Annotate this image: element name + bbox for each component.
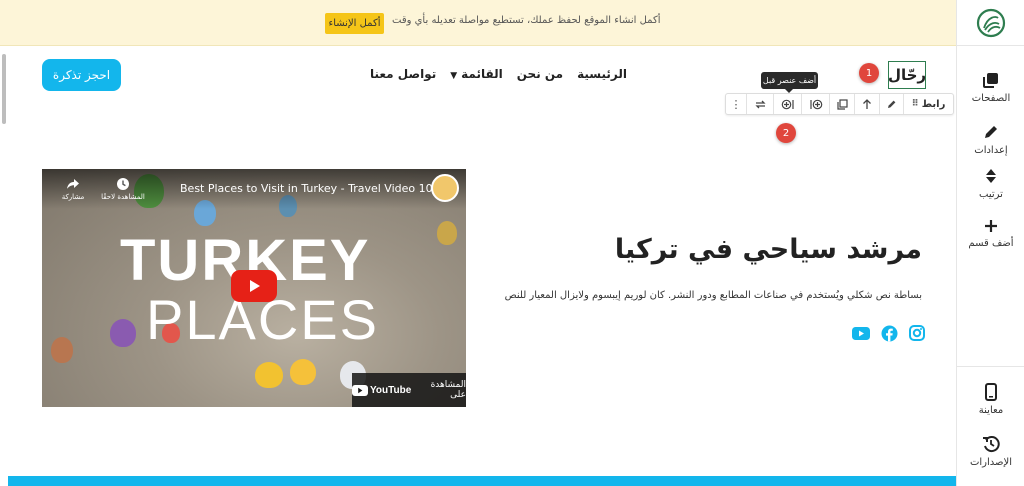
nav-item-label: القائمة <box>461 67 503 81</box>
complete-setup-button[interactable]: أكمل الإنشاء <box>325 13 384 34</box>
add-before-tooltip: أضف عنصر قبل <box>761 72 818 93</box>
share-label: مشاركة <box>61 193 85 201</box>
play-button[interactable] <box>231 270 277 302</box>
facebook-icon <box>881 325 897 341</box>
sidebar-item-pages[interactable]: الصفحات <box>957 60 1024 114</box>
plus-icon <box>985 219 997 232</box>
site-brand-logo[interactable]: رحّال <box>888 61 926 89</box>
video-title[interactable]: Best Places to Visit in Turkey - Travel … <box>180 182 433 195</box>
facebook-link[interactable] <box>880 324 898 342</box>
step-badge-1: 1 <box>859 63 879 83</box>
nav-item-about[interactable]: من نحن <box>517 67 563 81</box>
more-icon: ⋮ <box>730 97 742 111</box>
channel-avatar[interactable] <box>431 174 459 202</box>
hero-title[interactable]: مرشد سياحي في تركيا <box>615 234 922 265</box>
add-after-icon <box>809 99 822 109</box>
balloon-image <box>255 362 283 388</box>
scrollbar-thumb[interactable] <box>2 54 6 124</box>
pencil-icon <box>985 125 997 138</box>
youtube-link[interactable] <box>852 324 870 342</box>
play-icon <box>250 280 260 292</box>
element-type-label[interactable]: رابط ⠿ <box>903 94 953 114</box>
sidebar-item-label: الصفحات <box>971 92 1011 104</box>
youtube-wordmark: YouTube <box>370 384 412 396</box>
hero-description[interactable]: بساطة نص شكلي ويُستخدم في صناعات المطابع… <box>505 290 922 301</box>
watch-later-label: المشاهدة لاحقًا <box>101 193 145 201</box>
share-button[interactable]: مشاركة <box>48 177 98 201</box>
balloon-image <box>51 337 73 363</box>
editor-app: أكمل انشاء الموقع لحفظ عملك، تستطيع مواص… <box>0 0 1024 486</box>
youtube-video-embed[interactable]: Best Places to Visit in Turkey - Travel … <box>42 169 466 407</box>
clock-icon <box>117 178 129 190</box>
mobile-preview-icon <box>985 382 997 401</box>
sidebar-item-label: إعدادات <box>974 144 1008 156</box>
nav-item-contact[interactable]: تواصل معنا <box>370 67 436 81</box>
app-logo-icon <box>976 8 1005 37</box>
sidebar-item-versions[interactable]: الإصدارات <box>957 424 1024 478</box>
move-up-button[interactable] <box>854 94 879 114</box>
nav-item-menu[interactable]: القائمة▼ <box>450 67 503 81</box>
youtube-logo: YouTube <box>352 384 412 396</box>
banner-message: أكمل انشاء الموقع لحفظ عملك، تستطيع مواص… <box>392 15 661 26</box>
sidebar-item-label: ترتيب <box>979 188 1003 200</box>
watch-on-youtube-button[interactable]: المشاهدة على YouTube <box>352 373 466 407</box>
sidebar-item-sort[interactable]: ترتيب <box>957 156 1024 210</box>
add-after-button[interactable] <box>801 94 829 114</box>
duplicate-button[interactable] <box>829 94 854 114</box>
share-icon <box>67 179 79 189</box>
social-links <box>852 324 926 342</box>
editor-sidebar: الصفحات إعدادات ترتيب أضف قسم معاينة الإ… <box>956 0 1024 486</box>
site-canvas: احجز تذكرة الرئيسية من نحن القائمة▼ تواص… <box>0 46 956 486</box>
step-badge-2: 2 <box>776 123 796 143</box>
completion-banner: أكمل انشاء الموقع لحفظ عملك، تستطيع مواص… <box>0 0 956 46</box>
add-before-icon <box>781 99 794 109</box>
edit-element-button[interactable] <box>879 94 903 114</box>
chevron-down-icon: ▼ <box>450 71 458 81</box>
watch-on-label: المشاهدة على <box>430 380 466 400</box>
history-icon <box>983 435 1000 452</box>
book-ticket-button[interactable]: احجز تذكرة <box>42 59 121 91</box>
copy-icon <box>836 98 848 110</box>
element-toolbar: ⋮ رابط ⠿ <box>725 93 954 115</box>
watch-later-button[interactable]: المشاهدة لاحقًا <box>98 177 148 201</box>
youtube-icon <box>852 326 870 340</box>
sidebar-divider <box>957 366 1024 367</box>
balloon-image <box>437 221 457 245</box>
more-options-button[interactable]: ⋮ <box>726 94 746 114</box>
site-nav: الرئيسية من نحن القائمة▼ تواصل معنا <box>370 67 627 81</box>
drag-handle-icon: ⠿ <box>911 99 919 109</box>
youtube-logo-icon <box>352 384 368 396</box>
balloon-image <box>110 319 136 347</box>
sidebar-item-preview[interactable]: معاينة <box>957 372 1024 426</box>
instagram-icon <box>909 325 925 341</box>
sidebar-item-label: الإصدارات <box>969 456 1013 468</box>
replace-icon <box>754 100 766 108</box>
replace-button[interactable] <box>746 94 773 114</box>
balloon-image <box>290 359 316 385</box>
instagram-link[interactable] <box>908 324 926 342</box>
sort-icon <box>986 168 996 183</box>
sidebar-item-label: أضف قسم <box>968 237 1014 249</box>
nav-item-home[interactable]: الرئيسية <box>577 67 627 81</box>
sidebar-item-label: معاينة <box>978 404 1004 416</box>
element-type-text: رابط <box>921 98 946 110</box>
add-before-button[interactable] <box>773 94 801 114</box>
app-logo[interactable] <box>957 0 1024 46</box>
sidebar-item-add-section[interactable]: أضف قسم <box>957 206 1024 260</box>
arrow-up-icon <box>863 98 871 109</box>
pages-icon <box>983 72 998 88</box>
next-section-bar <box>8 476 956 486</box>
pencil-icon <box>887 100 895 108</box>
